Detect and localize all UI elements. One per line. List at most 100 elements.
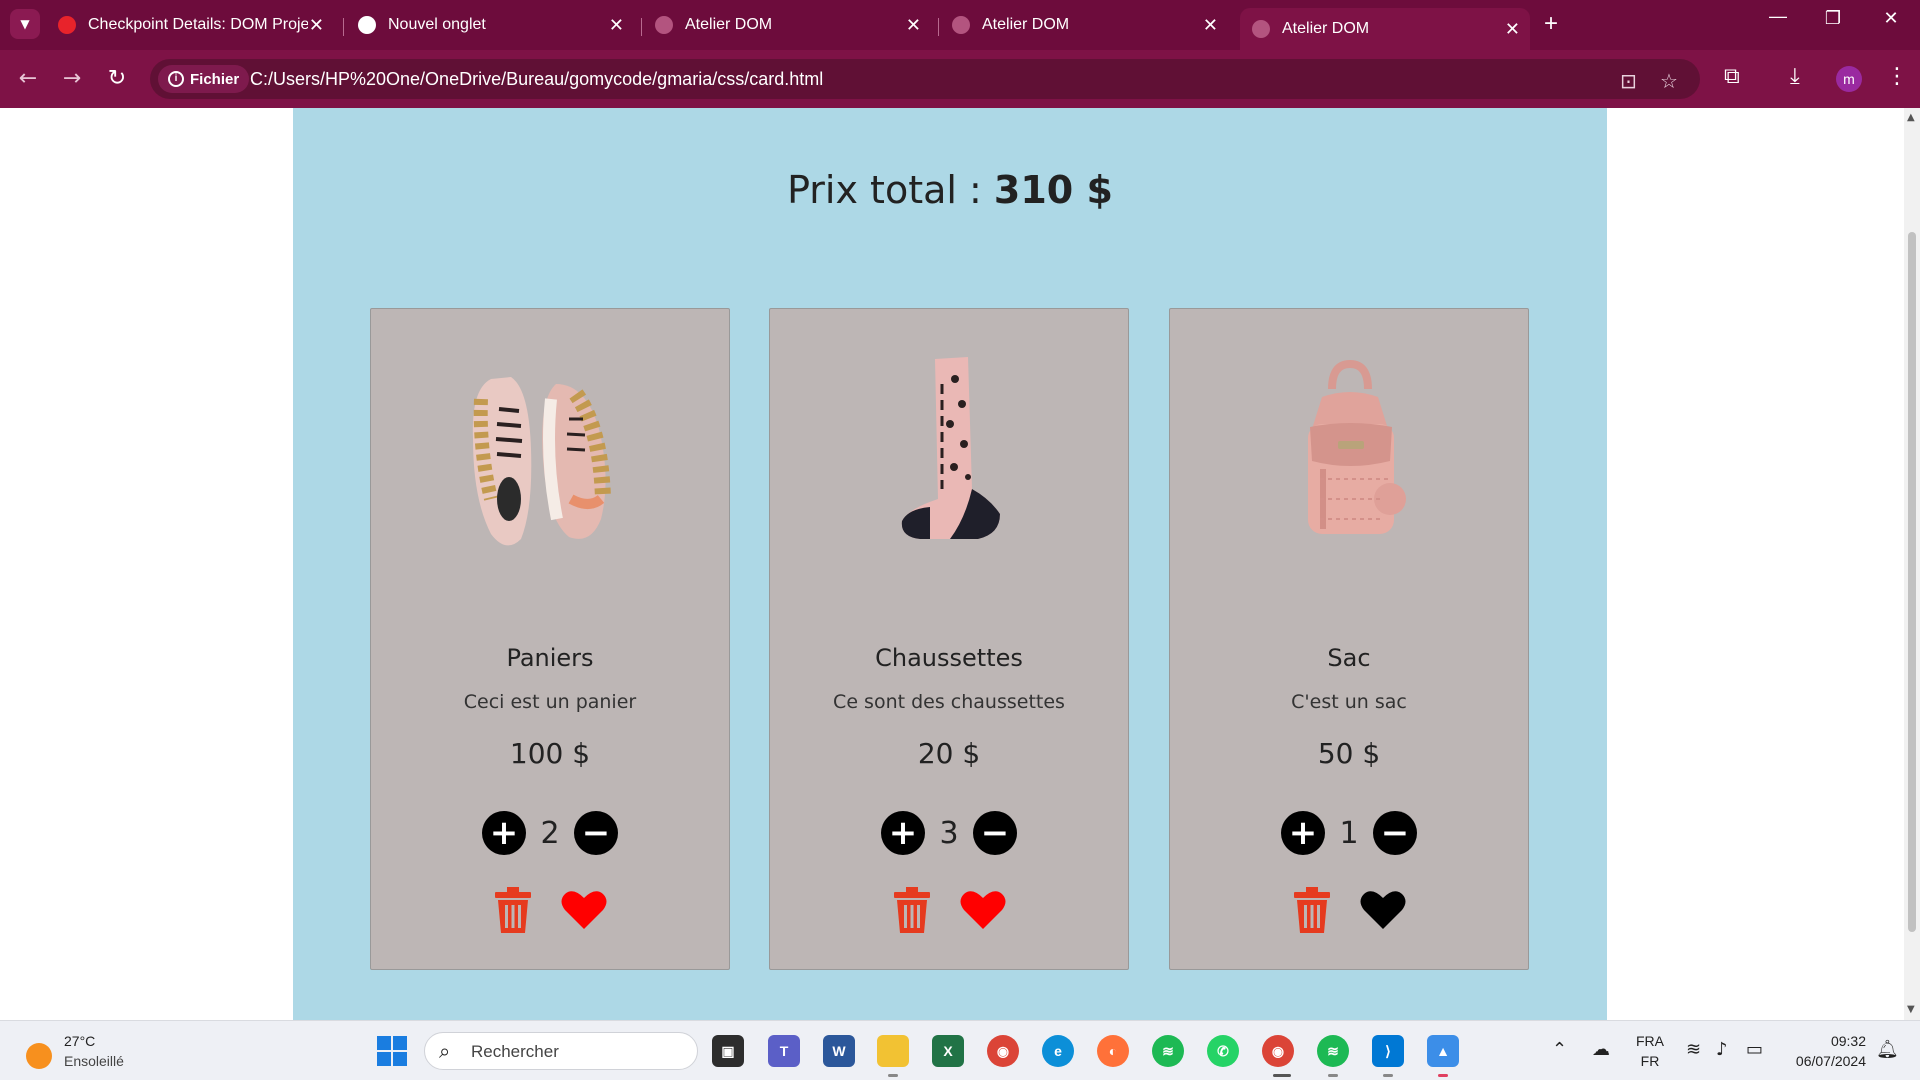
minus-button[interactable]: − (1373, 811, 1417, 855)
profile-avatar[interactable]: m (1836, 66, 1862, 92)
menu-icon[interactable]: ⋮ (1886, 64, 1908, 89)
vscode-icon[interactable]: ⟩ (1372, 1035, 1404, 1067)
wifi-icon[interactable]: ≋ (1686, 1039, 1701, 1060)
minus-button[interactable]: − (574, 811, 618, 855)
battery-icon[interactable]: ▭ (1746, 1039, 1763, 1060)
chrome-profile-icon[interactable]: ◉ (1262, 1035, 1294, 1067)
product-name: Paniers (506, 644, 594, 672)
close-window-button[interactable]: ✕ (1871, 8, 1911, 29)
clock-date: 06/07/2024 (1795, 1053, 1866, 1069)
translate-icon[interactable]: ⊡ (1620, 69, 1637, 93)
quantity-stepper: + 1 − (1170, 811, 1528, 855)
tab-atelier-dom-3[interactable]: Atelier DOM ✕ (1240, 8, 1530, 50)
download-icon[interactable]: ⤓ (1790, 64, 1800, 89)
language-code: FRA (1636, 1033, 1664, 1049)
volume-icon[interactable]: ♪ (1716, 1039, 1728, 1060)
weather-temperature: 27°C (64, 1033, 96, 1049)
whatsapp-icon[interactable]: ✆ (1207, 1035, 1239, 1067)
excel-icon[interactable]: X (932, 1035, 964, 1067)
site-info-chip[interactable]: i Fichier (158, 65, 250, 93)
system-clock[interactable]: 09:32 06/07/2024 (1782, 1031, 1866, 1071)
close-icon[interactable]: ✕ (1203, 16, 1218, 34)
minimize-button[interactable]: — (1758, 6, 1798, 27)
onedrive-cloud-icon[interactable]: ☁ (1592, 1039, 1610, 1060)
tab-atelier-dom-2[interactable]: Atelier DOM ✕ (952, 8, 1228, 42)
chrome-icon[interactable]: ◉ (987, 1035, 1019, 1067)
sneakers-image (472, 377, 611, 546)
task-view-icon[interactable]: ▣ (712, 1035, 744, 1067)
search-placeholder: Rechercher (471, 1042, 559, 1061)
back-icon[interactable]: ← (14, 66, 42, 91)
tab-separator (641, 18, 642, 36)
minus-button[interactable]: − (973, 811, 1017, 855)
trash-icon[interactable] (1292, 887, 1332, 933)
close-icon[interactable]: ✕ (1505, 20, 1520, 38)
edge-icon[interactable]: e (1042, 1035, 1074, 1067)
keyboard-layout: FR (1640, 1053, 1660, 1069)
heart-icon[interactable] (561, 889, 607, 931)
reload-icon[interactable]: ↻ (103, 66, 131, 91)
extensions-icon[interactable]: ⧉ (1724, 64, 1740, 89)
total-price: Prix total : 310 $ (293, 168, 1607, 212)
globe-icon (952, 16, 970, 34)
tab-title: Checkpoint Details: DOM Proje (88, 16, 308, 33)
chevron-up-icon[interactable]: ⌃ (1552, 1039, 1567, 1060)
plus-button[interactable]: + (1281, 811, 1325, 855)
language-indicator[interactable]: FRA FR (1636, 1031, 1664, 1071)
opera-favicon-icon (58, 16, 76, 34)
bookmark-star-icon[interactable]: ☆ (1660, 69, 1678, 93)
taskbar-search[interactable]: ⌕ Rechercher (424, 1032, 698, 1070)
clock-time: 09:32 (1830, 1033, 1866, 1049)
tab-title: Nouvel onglet (388, 16, 486, 33)
scroll-thumb[interactable] (1908, 232, 1916, 932)
forward-icon[interactable]: → (58, 66, 86, 91)
file-explorer-icon[interactable] (877, 1035, 909, 1067)
tab-checkpoint[interactable]: Checkpoint Details: DOM Proje ✕ (58, 8, 334, 42)
spotify-icon[interactable]: ≋ (1152, 1035, 1184, 1067)
spotify-app-icon[interactable]: ≋ (1317, 1035, 1349, 1067)
running-indicator (1438, 1074, 1448, 1077)
chrome-favicon-icon (358, 16, 376, 34)
product-name: Sac (1327, 644, 1371, 672)
card-actions (371, 887, 729, 933)
plus-button[interactable]: + (881, 811, 925, 855)
trash-icon[interactable] (493, 887, 533, 933)
product-price: 20 $ (917, 737, 981, 770)
card-actions (770, 887, 1128, 933)
new-tab-button[interactable]: + (1544, 10, 1558, 38)
backpack-image (1308, 359, 1406, 534)
tab-title: Atelier DOM (685, 16, 773, 33)
cart-page: Prix total : 310 $ Paniers Ceci est un p… (293, 108, 1607, 1020)
quantity-value: 2 (540, 815, 560, 851)
notification-bell-icon[interactable]: 🔔︎ (1876, 1039, 1899, 1060)
close-icon[interactable]: ✕ (906, 16, 921, 34)
heart-icon[interactable] (960, 889, 1006, 931)
scroll-down-arrow-icon[interactable]: ▼ (1907, 1004, 1915, 1015)
tab-title: Atelier DOM (1282, 20, 1370, 37)
teams-icon[interactable]: T (768, 1035, 800, 1067)
tab-search-button[interactable]: ▼ (10, 9, 40, 39)
tab-new-tab[interactable]: Nouvel onglet ✕ (358, 8, 634, 42)
heart-icon[interactable] (1360, 889, 1406, 931)
plus-button[interactable]: + (482, 811, 526, 855)
url-text[interactable]: C:/Users/HP%20One/OneDrive/Bureau/gomyco… (250, 69, 823, 90)
vertical-scrollbar[interactable]: ▲ ▼ (1904, 108, 1920, 1020)
close-icon[interactable]: ✕ (309, 16, 324, 34)
trash-icon[interactable] (892, 887, 932, 933)
close-icon[interactable]: ✕ (609, 16, 624, 34)
firefox-icon[interactable]: ◐ (1097, 1035, 1129, 1067)
product-description: Ceci est un panier (463, 691, 637, 713)
address-bar[interactable]: i Fichier C:/Users/HP%20One/OneDrive/Bur… (150, 59, 1700, 99)
tab-atelier-dom-1[interactable]: Atelier DOM ✕ (655, 8, 931, 42)
windows-start-icon[interactable] (376, 1035, 408, 1067)
product-description: C'est un sac (1291, 691, 1407, 713)
scroll-up-arrow-icon[interactable]: ▲ (1907, 112, 1915, 123)
tab-title: Atelier DOM (982, 16, 1070, 33)
photos-icon[interactable]: ▲ (1427, 1035, 1459, 1067)
word-icon[interactable]: W (823, 1035, 855, 1067)
browser-chrome: ▼ Checkpoint Details: DOM Proje ✕ Nouvel… (0, 0, 1920, 108)
active-indicator (1273, 1074, 1291, 1077)
restore-button[interactable]: ❐ (1813, 8, 1853, 29)
quantity-value: 1 (1339, 815, 1359, 851)
running-indicator (1328, 1074, 1338, 1077)
